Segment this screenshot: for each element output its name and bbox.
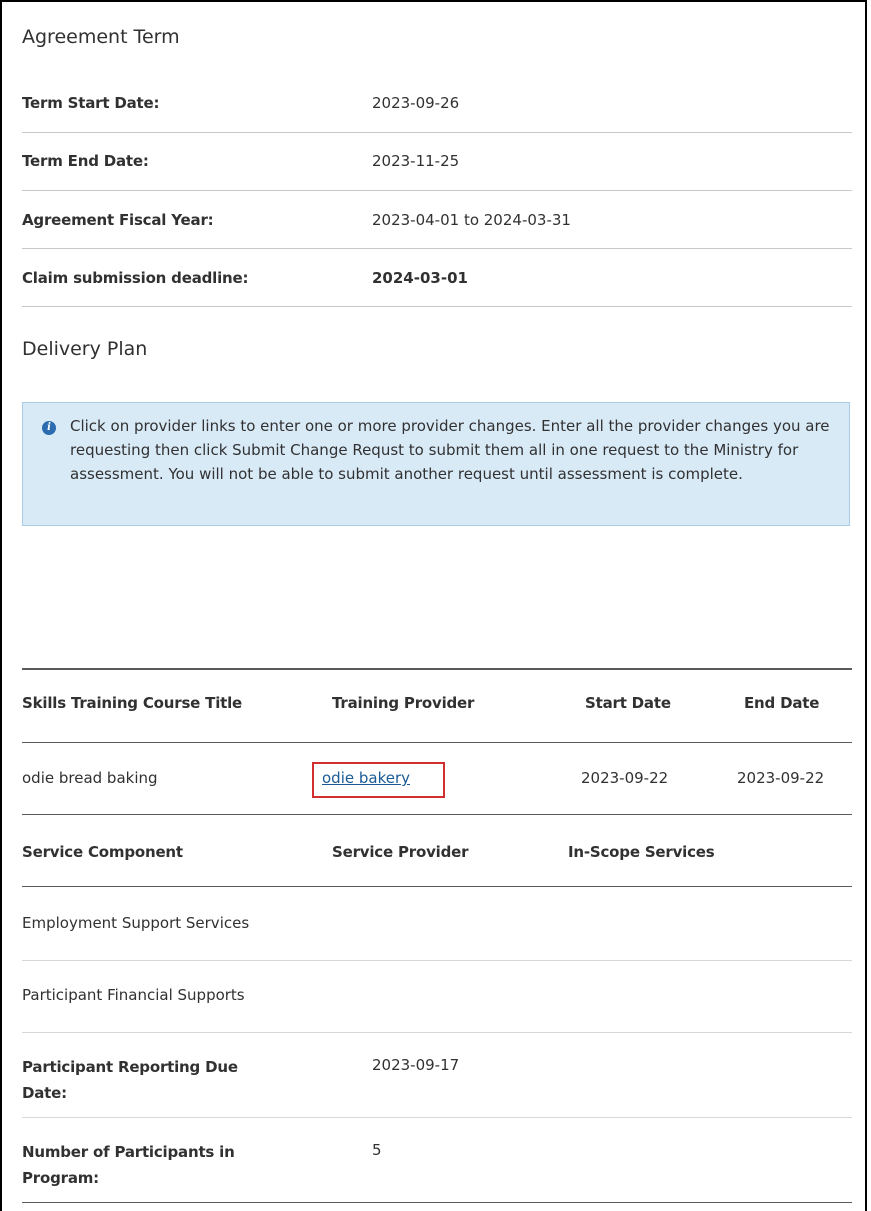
header-divider [22,742,852,743]
row-divider [22,814,852,815]
term-start-row: Term Start Date: 2023-09-26 [22,72,852,133]
term-start-label: Term Start Date: [22,94,160,112]
service-header-divider [22,886,852,887]
claim-deadline-value: 2024-03-01 [372,269,468,287]
page-frame: Agreement Term Term Start Date: 2023-09-… [0,0,867,1211]
participant-count-label-line1: Number of Participants in [22,1143,235,1161]
start-date-cell: 2023-09-22 [581,769,669,787]
header-start-date: Start Date [585,694,671,712]
end-date-cell: 2023-09-22 [737,769,825,787]
service-row-divider-1 [22,960,852,961]
table-top-rule [22,668,852,670]
reporting-due-label-line2: Date: [22,1084,67,1102]
claim-deadline-row: Claim submission deadline: 2024-03-01 [22,249,852,307]
provider-highlight: odie bakery [312,762,445,798]
term-end-value: 2023-11-25 [372,152,460,170]
info-circle-icon: i [42,421,56,435]
header-end-date: End Date [744,694,820,712]
fiscal-year-row: Agreement Fiscal Year: 2023-04-01 to 202… [22,191,852,249]
header-training-provider: Training Provider [332,694,475,712]
term-end-row: Term End Date: 2023-11-25 [22,133,852,191]
reporting-due-label-line1: Participant Reporting Due [22,1058,238,1076]
header-course-title: Skills Training Course Title [22,694,243,712]
header-service-component: Service Component [22,843,183,861]
info-message: Click on provider links to enter one or … [70,417,830,483]
delivery-plan-title: Delivery Plan [22,338,148,360]
agreement-term-title: Agreement Term [22,26,180,48]
reporting-due-value: 2023-09-17 [372,1056,460,1074]
course-title-cell: odie bread baking [22,769,158,787]
fiscal-year-value: 2023-04-01 to 2024-03-31 [372,211,571,229]
term-start-value: 2023-09-26 [372,94,460,112]
training-provider-link[interactable]: odie bakery [322,769,410,787]
participant-count-value: 5 [372,1141,382,1159]
participants-divider [22,1117,852,1118]
reporting-due-label: Participant Reporting Due Date: [22,1054,282,1106]
header-in-scope-services: In-Scope Services [568,843,715,861]
claim-deadline-label: Claim submission deadline: [22,269,249,287]
info-alert: i Click on provider links to enter one o… [22,402,850,526]
participant-count-label-line2: Program: [22,1169,99,1187]
service-row-divider-2 [22,1032,852,1033]
header-service-provider: Service Provider [332,843,469,861]
service-component-employment: Employment Support Services [22,914,250,932]
service-component-financial: Participant Financial Supports [22,986,245,1004]
bottom-rule [22,1202,852,1203]
fiscal-year-label: Agreement Fiscal Year: [22,211,214,229]
participant-count-label: Number of Participants in Program: [22,1139,282,1191]
term-end-label: Term End Date: [22,152,149,170]
